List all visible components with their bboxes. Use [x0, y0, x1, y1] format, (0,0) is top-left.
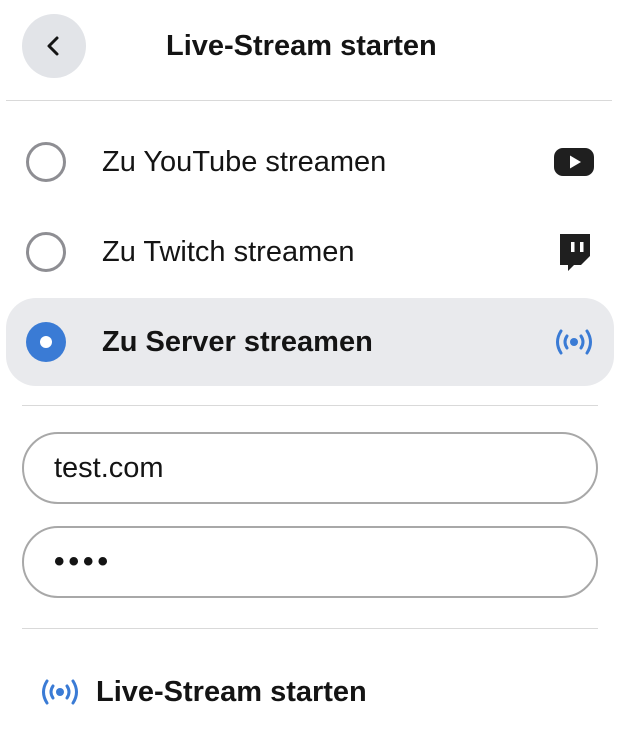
- divider: [6, 100, 612, 101]
- server-url-field[interactable]: test.com: [22, 432, 598, 504]
- option-label-youtube: Zu YouTube streamen: [102, 146, 387, 178]
- start-stream-button[interactable]: Live-Stream starten: [38, 670, 367, 714]
- option-server[interactable]: Zu Server streamen: [6, 298, 614, 386]
- divider: [22, 405, 598, 406]
- header: Live-Stream starten: [0, 0, 618, 100]
- radio-youtube[interactable]: [26, 142, 66, 182]
- page-title: Live-Stream starten: [166, 30, 437, 62]
- back-button[interactable]: [22, 14, 86, 78]
- option-twitch[interactable]: Zu Twitch streamen: [6, 208, 614, 296]
- option-youtube[interactable]: Zu YouTube streamen: [6, 118, 614, 206]
- server-url-value: test.com: [54, 451, 164, 484]
- twitch-icon: [552, 230, 596, 274]
- radio-server[interactable]: [26, 322, 66, 362]
- youtube-icon: [552, 140, 596, 184]
- radio-twitch[interactable]: [26, 232, 66, 272]
- chevron-left-icon: [47, 36, 59, 56]
- option-label-server: Zu Server streamen: [102, 326, 373, 358]
- broadcast-icon: [552, 320, 596, 364]
- stream-key-value: ••••: [54, 545, 113, 578]
- stream-key-field[interactable]: ••••: [22, 526, 598, 598]
- broadcast-icon: [42, 679, 78, 705]
- option-label-twitch: Zu Twitch streamen: [102, 236, 355, 268]
- start-stream-label: Live-Stream starten: [96, 675, 367, 708]
- divider: [22, 628, 598, 629]
